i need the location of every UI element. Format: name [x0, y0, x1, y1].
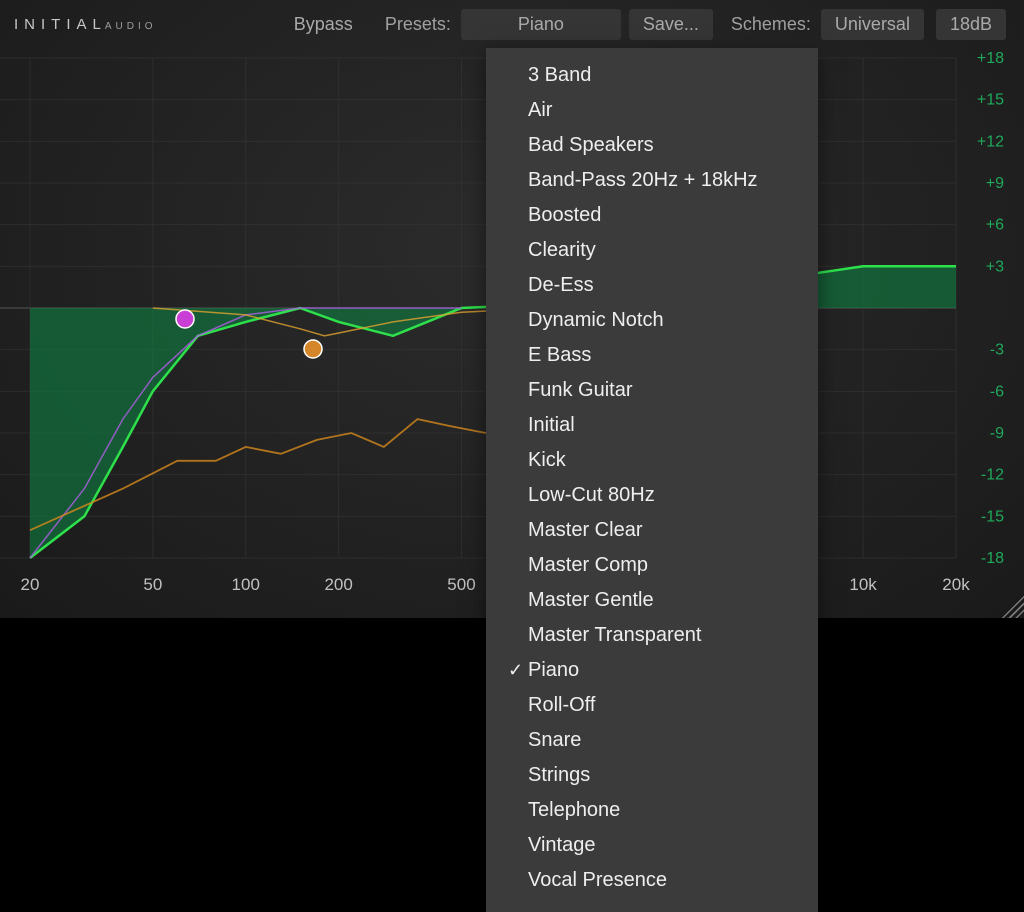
preset-item[interactable]: Snare [486, 723, 818, 758]
preset-item[interactable]: Master Clear [486, 513, 818, 548]
preset-dropdown[interactable]: Piano [461, 9, 621, 40]
preset-item-label: Master Comp [528, 551, 800, 580]
preset-item[interactable]: 3 Band [486, 58, 818, 93]
resize-grip-icon[interactable] [996, 590, 1024, 618]
preset-item-label: Telephone [528, 796, 800, 825]
preset-item-label: Master Gentle [528, 586, 800, 615]
db-tick-label: -9 [990, 425, 1004, 442]
preset-item-label: Vocal Presence [528, 866, 800, 895]
preset-item[interactable]: Clearity [486, 233, 818, 268]
preset-item-label: Boosted [528, 201, 800, 230]
checkmark-icon: ✓ [508, 657, 528, 683]
scheme-dropdown[interactable]: Universal [821, 9, 924, 40]
preset-item[interactable]: Kick [486, 443, 818, 478]
gain-readout-button[interactable]: 18dB [936, 9, 1006, 40]
preset-item[interactable]: De-Ess [486, 268, 818, 303]
eq-node-bell[interactable] [304, 340, 322, 358]
preset-item-label: Dynamic Notch [528, 306, 800, 335]
preset-item[interactable]: Low-Cut 80Hz [486, 478, 818, 513]
preset-item-label: 3 Band [528, 61, 800, 90]
brand-logo: INITIAL AUDIO [14, 16, 157, 33]
preset-item-label: Master Transparent [528, 621, 800, 650]
preset-item-label: E Bass [528, 341, 800, 370]
freq-tick-label: 200 [324, 575, 352, 594]
preset-item-label: Bad Speakers [528, 131, 800, 160]
preset-item[interactable]: Master Gentle [486, 583, 818, 618]
presets-menu[interactable]: 3 Band Air Bad Speakers Band-Pass 20Hz + 18… [486, 48, 818, 912]
presets-label: Presets: [385, 14, 451, 35]
preset-item-label: Air [528, 96, 800, 125]
db-tick-label: -18 [981, 550, 1004, 567]
db-tick-label: +15 [977, 92, 1004, 109]
preset-item[interactable]: Air [486, 93, 818, 128]
preset-item-label: Low-Cut 80Hz [528, 481, 800, 510]
preset-item[interactable]: Boosted [486, 198, 818, 233]
header-bar: INITIAL AUDIO Bypass Presets: Piano Save… [0, 0, 1024, 48]
freq-tick-label: 20k [942, 575, 970, 594]
preset-item-label: Kick [528, 446, 800, 475]
preset-item[interactable]: Roll-Off [486, 688, 818, 723]
eq-node-lowcut[interactable] [176, 310, 194, 328]
preset-item[interactable]: Vocal Presence [486, 863, 818, 898]
preset-item-label: Piano [528, 656, 800, 685]
freq-tick-label: 20 [21, 575, 40, 594]
freq-tick-label: 500 [447, 575, 475, 594]
bypass-button[interactable]: Bypass [280, 9, 367, 40]
preset-item[interactable]: ✓Piano [486, 653, 818, 688]
save-button[interactable]: Save... [629, 9, 713, 40]
preset-item-label: Master Clear [528, 516, 800, 545]
db-tick-label: +6 [986, 217, 1004, 234]
preset-item[interactable]: Master Comp [486, 548, 818, 583]
preset-item[interactable]: Master Transparent [486, 618, 818, 653]
db-tick-label: +12 [977, 133, 1004, 150]
db-tick-label: -15 [981, 508, 1004, 525]
db-tick-label: +9 [986, 175, 1004, 192]
preset-item[interactable]: Initial [486, 408, 818, 443]
preset-item[interactable]: Strings [486, 758, 818, 793]
preset-item[interactable]: Bad Speakers [486, 128, 818, 163]
freq-tick-label: 10k [849, 575, 877, 594]
preset-item-label: Strings [528, 761, 800, 790]
preset-item[interactable]: Dynamic Notch [486, 303, 818, 338]
brand-word2: AUDIO [105, 21, 157, 32]
schemes-label: Schemes: [731, 14, 811, 35]
db-tick-label: +3 [986, 258, 1004, 275]
freq-tick-label: 50 [143, 575, 162, 594]
preset-item-label: Band-Pass 20Hz + 18kHz [528, 166, 800, 195]
preset-item[interactable]: Funk Guitar [486, 373, 818, 408]
preset-item-label: Snare [528, 726, 800, 755]
brand-word1: INITIAL [14, 16, 107, 33]
db-tick-label: +18 [977, 50, 1004, 67]
preset-item[interactable]: Band-Pass 20Hz + 18kHz [486, 163, 818, 198]
preset-item[interactable]: Vintage [486, 828, 818, 863]
preset-item-label: Clearity [528, 236, 800, 265]
db-tick-label: -6 [990, 383, 1004, 400]
preset-item[interactable]: E Bass [486, 338, 818, 373]
preset-item-label: Vintage [528, 831, 800, 860]
freq-tick-label: 100 [232, 575, 260, 594]
preset-item[interactable]: Telephone [486, 793, 818, 828]
db-tick-label: -12 [981, 467, 1004, 484]
preset-item-label: Roll-Off [528, 691, 800, 720]
preset-item-label: De-Ess [528, 271, 800, 300]
db-tick-label: -3 [990, 342, 1004, 359]
preset-item-label: Funk Guitar [528, 376, 800, 405]
preset-item-label: Initial [528, 411, 800, 440]
